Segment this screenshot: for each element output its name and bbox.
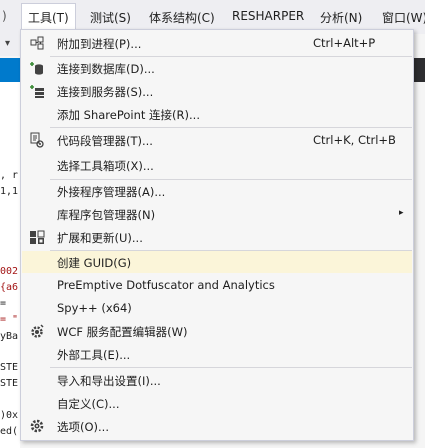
- menu-item-code-snippets-manager[interactable]: 代码段管理器(T)... Ctrl+K, Ctrl+B: [22, 129, 412, 151]
- menu-separator: [50, 367, 412, 368]
- menu-tools[interactable]: 工具(T): [21, 3, 76, 32]
- submenu-arrow-icon: ▸: [399, 208, 404, 218]
- connect-server-icon: [29, 83, 45, 99]
- menu-item-choose-toolbox-items[interactable]: 选择工具箱项(X)...: [22, 154, 412, 176]
- toolbar-dropdown-icon[interactable]: ▾: [5, 38, 10, 49]
- code-line: = ": [0, 314, 19, 325]
- code-line: , r: [0, 170, 19, 181]
- menu-item-external-tools[interactable]: 外部工具(E)...: [22, 343, 412, 365]
- code-line: 1,1: [0, 186, 19, 197]
- extensions-icon: [29, 229, 45, 245]
- menu-item-label: 自定义(C)...: [57, 397, 120, 411]
- menu-item-customize[interactable]: 自定义(C)...: [22, 392, 412, 414]
- menu-item-label: 添加 SharePoint 连接(R)...: [57, 108, 200, 122]
- menu-architecture[interactable]: 体系结构(C): [149, 9, 215, 26]
- menu-item-preemptive-dotfuscator[interactable]: PreEmptive Dotfuscator and Analytics: [22, 274, 412, 296]
- menu-item-label: 外接程序管理器(A)...: [57, 185, 166, 199]
- menu-item-add-sharepoint-connection[interactable]: 添加 SharePoint 连接(R)...: [22, 103, 412, 125]
- menu-separator: [50, 127, 412, 128]
- menu-item-label: 创建 GUID(G): [57, 256, 132, 270]
- menu-item-label: WCF 服务配置编辑器(W): [57, 325, 188, 339]
- menu-item-label: 连接到服务器(S)...: [57, 85, 154, 99]
- menu-item-wcf-config-editor[interactable]: WCF 服务配置编辑器(W): [22, 320, 412, 342]
- code-line: STE: [0, 362, 19, 373]
- menu-item-label: 代码段管理器(T)...: [57, 134, 153, 148]
- menu-item-options[interactable]: 选项(O)...: [22, 415, 412, 437]
- code-editor[interactable]: [0, 82, 20, 448]
- code-line: =: [0, 298, 7, 309]
- menu-item-connect-database[interactable]: 连接到数据库(D)...: [22, 57, 412, 79]
- menu-item-shortcut: Ctrl+K, Ctrl+B: [313, 133, 396, 147]
- menu-item-spy-plus-plus[interactable]: Spy++ (x64): [22, 297, 412, 319]
- menu-item-create-guid[interactable]: 创建 GUID(G): [22, 251, 412, 273]
- menu-item-label: Spy++ (x64): [57, 301, 132, 315]
- connect-database-icon: [29, 60, 45, 76]
- menu-test[interactable]: 测试(S): [90, 9, 131, 26]
- menu-item-shortcut: Ctrl+Alt+P: [313, 36, 376, 50]
- menu-item-label: 导入和导出设置(I)...: [57, 374, 161, 388]
- document-tab-bar: [0, 58, 20, 82]
- menu-item-label: 外部工具(E)...: [57, 348, 131, 362]
- code-line: STE: [0, 378, 19, 389]
- toolbar-strip: ▾: [0, 34, 20, 56]
- tools-dropdown-menu: 附加到进程(P)... Ctrl+Alt+P 连接到数据库(D)... 连接到服…: [20, 29, 414, 441]
- menu-window[interactable]: 窗口(W): [382, 9, 425, 26]
- menu-item-addin-manager[interactable]: 外接程序管理器(A)...: [22, 180, 412, 202]
- code-line: ed(: [0, 426, 19, 437]
- menu-item-label: 连接到数据库(D)...: [57, 62, 155, 76]
- menu-item-import-export-settings[interactable]: 导入和导出设置(I)...: [22, 369, 412, 391]
- menu-item-label: 选择工具箱项(X)...: [57, 159, 154, 173]
- menu-item-label: 库程序包管理器(N): [57, 208, 156, 222]
- options-gear-icon: [29, 418, 45, 434]
- attach-process-icon: [29, 35, 45, 51]
- document-tab-bar-right: [414, 58, 425, 82]
- menu-item-label: 附加到进程(P)...: [57, 37, 142, 51]
- menu-item-attach-to-process[interactable]: 附加到进程(P)... Ctrl+Alt+P: [22, 32, 412, 54]
- code-line: yBa: [0, 331, 19, 342]
- snippet-manager-icon: [29, 132, 45, 148]
- menu-item-label: PreEmptive Dotfuscator and Analytics: [57, 278, 275, 292]
- menu-analyze[interactable]: 分析(N): [320, 9, 362, 26]
- code-line: {a6: [0, 282, 19, 293]
- menu-item-extensions-updates[interactable]: 扩展和更新(U)...: [22, 226, 412, 248]
- menu-item-label: 选项(O)...: [57, 420, 109, 434]
- menu-item-library-package-manager[interactable]: 库程序包管理器(N) ▸: [22, 203, 412, 225]
- wcf-gear-icon: [29, 323, 45, 339]
- menu-resharper[interactable]: RESHARPER: [232, 9, 304, 23]
- code-line: 002: [0, 266, 19, 277]
- menu-edge-glyph: ): [2, 9, 7, 23]
- code-line: )0x: [0, 410, 19, 421]
- menu-item-connect-server[interactable]: 连接到服务器(S)...: [22, 80, 412, 102]
- menu-item-label: 扩展和更新(U)...: [57, 231, 143, 245]
